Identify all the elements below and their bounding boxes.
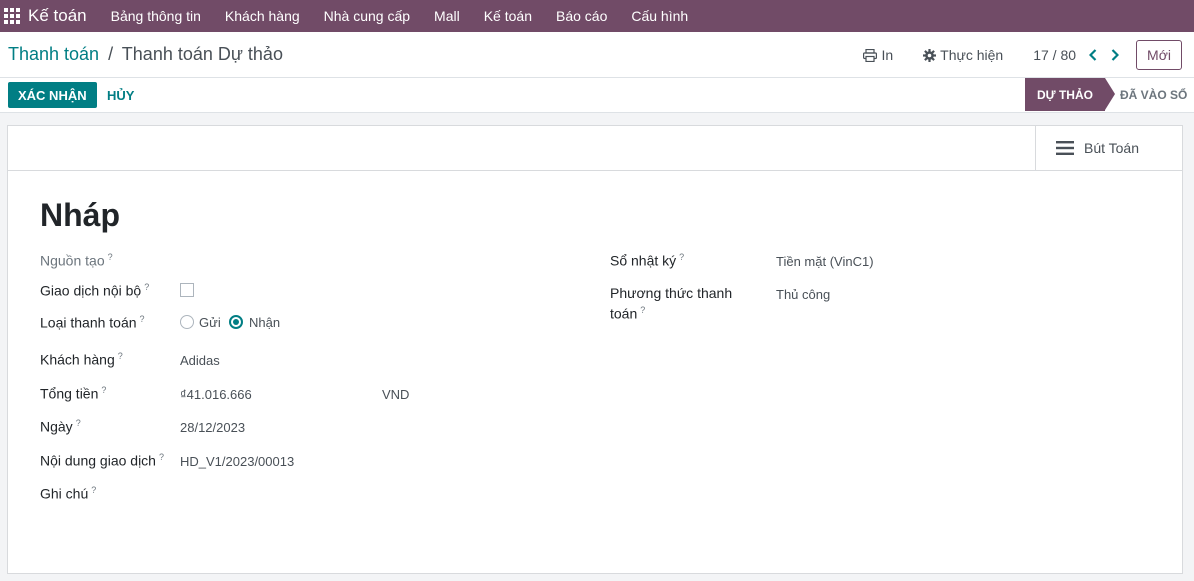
pager-value[interactable]: 17 / 80: [1033, 47, 1076, 63]
help-mark[interactable]: ?: [118, 351, 123, 361]
pager-previous-button[interactable]: [1086, 48, 1100, 62]
source-label-text: Nguồn tạo: [40, 252, 105, 269]
amount-field[interactable]: ₫41.016.666: [180, 387, 252, 402]
help-mark[interactable]: ?: [679, 252, 684, 262]
internal-transfer-label-text: Giao dịch nội bộ: [40, 282, 142, 299]
help-mark[interactable]: ?: [91, 485, 96, 495]
source-label: Nguồn tạo?: [40, 252, 113, 269]
payment-method-label-line2: toán?: [610, 305, 645, 322]
memo-field[interactable]: HD_V1/2023/00013: [180, 454, 294, 469]
top-navbar: Kế toán Bảng thông tin Khách hàng Nhà cu…: [0, 0, 1194, 32]
help-mark[interactable]: ?: [108, 252, 113, 262]
date-label-text: Ngày: [40, 418, 73, 435]
note-label: Ghi chú?: [40, 485, 96, 502]
print-label: In: [881, 47, 894, 63]
new-button[interactable]: Mới: [1136, 40, 1182, 70]
breadcrumb-parent[interactable]: Thanh toán: [8, 44, 99, 64]
print-button[interactable]: In: [863, 47, 893, 63]
print-icon: [863, 48, 878, 62]
nav-mall[interactable]: Mall: [434, 8, 460, 24]
nav-accounting[interactable]: Kế toán: [484, 8, 532, 24]
control-panel-right: In Thực hiện 17 / 80 Mới: [863, 40, 1182, 70]
confirm-button[interactable]: XÁC NHẬN: [8, 82, 97, 108]
breadcrumb: Thanh toán / Thanh toán Dự thảo: [8, 44, 283, 65]
chevron-right-icon: [1111, 49, 1120, 61]
nav-vendors[interactable]: Nhà cung cấp: [324, 8, 410, 24]
list-icon: [1056, 141, 1074, 155]
control-panel: Thanh toán / Thanh toán Dự thảo In Thực …: [0, 32, 1194, 113]
amount-label: Tổng tiền?: [40, 385, 106, 402]
customer-label-text: Khách hàng: [40, 351, 115, 368]
action-label: Thực hiện: [940, 47, 1004, 63]
payment-type-receive-label[interactable]: Nhận: [249, 315, 280, 330]
memo-label: Nội dung giao dịch?: [40, 452, 164, 469]
internal-transfer-label: Giao dịch nội bộ?: [40, 282, 149, 299]
cancel-button[interactable]: HỦY: [107, 82, 134, 108]
customer-field[interactable]: Adidas: [180, 353, 220, 368]
apps-menu-icon[interactable]: [4, 8, 20, 24]
nav-customers[interactable]: Khách hàng: [225, 8, 300, 24]
nav-reports[interactable]: Báo cáo: [556, 8, 607, 24]
nav-configuration[interactable]: Cấu hình: [631, 8, 688, 24]
control-panel-divider: [0, 77, 1194, 78]
payment-method-label-line1: Phương thức thanh: [610, 285, 733, 301]
help-mark[interactable]: ?: [101, 385, 106, 395]
payment-type-send-label[interactable]: Gửi: [199, 315, 221, 330]
journal-label: Sổ nhật ký?: [610, 252, 684, 269]
date-label: Ngày?: [40, 418, 81, 435]
status-draft[interactable]: DỰ THẢO: [1025, 78, 1115, 111]
memo-label-text: Nội dung giao dịch: [40, 452, 156, 469]
payment-method-field[interactable]: Thủ công: [776, 287, 830, 302]
internal-transfer-checkbox[interactable]: [180, 283, 194, 297]
payment-type-label: Loại thanh toán?: [40, 314, 145, 331]
currency-field[interactable]: VND: [382, 387, 409, 402]
payment-method-label-line2-text: toán: [610, 305, 638, 322]
help-mark[interactable]: ?: [159, 452, 164, 462]
journal-entry-label: Bút Toán: [1084, 140, 1140, 156]
chevron-left-icon: [1089, 49, 1097, 61]
breadcrumb-current: Thanh toán Dự thảo: [121, 44, 283, 64]
journal-field[interactable]: Tiền mặt (VinC1): [776, 254, 874, 269]
amount-label-text: Tổng tiền: [40, 385, 99, 402]
app-name[interactable]: Kế toán: [28, 6, 87, 26]
payment-type-receive-radio[interactable]: [229, 315, 243, 329]
nav-dashboard[interactable]: Bảng thông tin: [111, 8, 201, 24]
help-mark[interactable]: ?: [76, 418, 81, 428]
record-title: Nháp: [40, 197, 120, 233]
breadcrumb-separator: /: [108, 44, 114, 64]
journal-entry-button[interactable]: Bút Toán: [1035, 126, 1182, 170]
help-mark[interactable]: ?: [144, 282, 149, 292]
form-sheet: Bút Toán Nháp Nguồn tạo? Giao dịch nội b…: [7, 125, 1183, 574]
help-mark[interactable]: ?: [140, 314, 145, 324]
payment-type-send-radio[interactable]: [180, 315, 194, 329]
date-field[interactable]: 28/12/2023: [180, 420, 245, 435]
gear-icon: [923, 48, 937, 62]
note-label-text: Ghi chú: [40, 485, 89, 502]
journal-label-text: Sổ nhật ký: [610, 252, 677, 269]
customer-label: Khách hàng?: [40, 351, 123, 368]
action-button[interactable]: Thực hiện: [923, 47, 1003, 63]
pager-next-button[interactable]: [1108, 48, 1122, 62]
help-mark[interactable]: ?: [640, 305, 645, 315]
status-posted[interactable]: ĐÃ VÀO SỔ: [1120, 78, 1187, 111]
payment-type-label-text: Loại thanh toán: [40, 314, 137, 331]
smart-button-box: Bút Toán: [8, 126, 1182, 171]
